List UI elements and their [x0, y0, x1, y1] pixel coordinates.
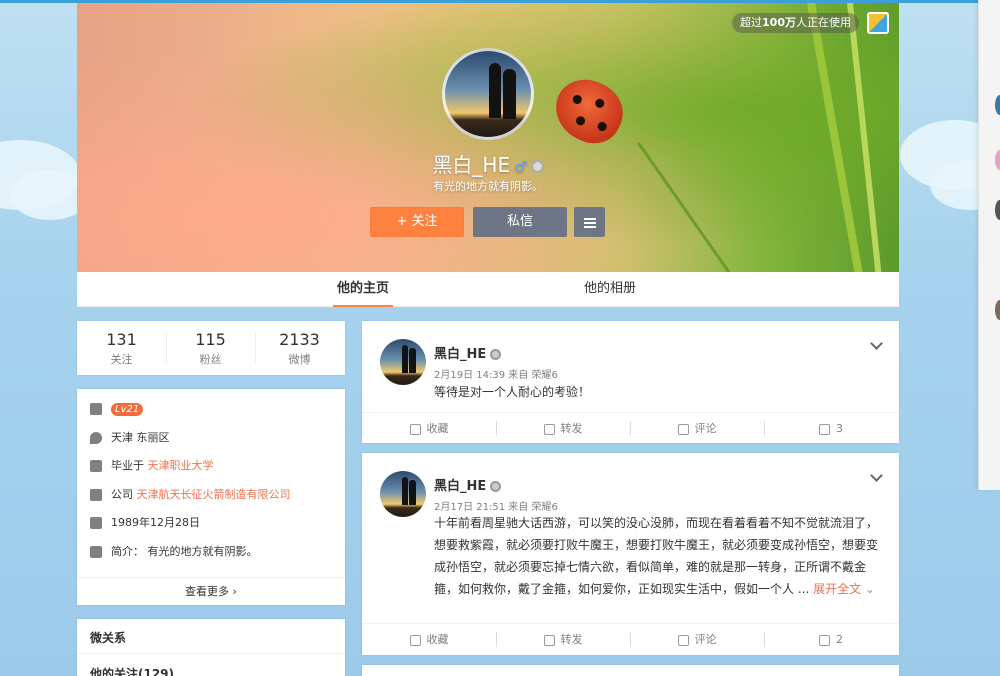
avatar-silhouette [402, 345, 408, 373]
stat-followers[interactable]: 115 粉丝 [166, 321, 255, 375]
users-count-badge: 超过100万人正在使用 [732, 13, 859, 33]
edit-icon [90, 546, 102, 558]
more-menu-button[interactable] [574, 207, 605, 237]
panel-avatar[interactable] [995, 200, 1000, 220]
post-action-bar: 收藏 转发 评论 2 [362, 623, 899, 654]
follow-button[interactable]: + 关注 [370, 207, 464, 237]
info-school: 毕业于 天津职业大学 [90, 455, 214, 477]
profile-cover: 超过100万人正在使用 黑白_HE ♂ 有光的地方就有阴影。 + 关注 私信 [77, 3, 899, 272]
comment-button[interactable]: 评论 [630, 624, 764, 655]
tab-home[interactable]: 他的主页 [333, 272, 393, 307]
school-link[interactable]: 天津职业大学 [148, 459, 214, 472]
member-badge-icon[interactable] [490, 349, 502, 360]
star-icon [409, 634, 421, 646]
post-author[interactable]: 黑白_HE [434, 343, 502, 362]
profile-info-card: Lv21 天津 东丽区 毕业于 天津职业大学 公司 天津航天长征火箭制造有限公司… [77, 389, 345, 605]
post-avatar[interactable] [380, 339, 426, 385]
male-gender-icon: ♂ [514, 158, 528, 176]
side-chat-panel[interactable] [978, 0, 1000, 490]
panel-avatar[interactable] [995, 95, 1000, 115]
repost-button[interactable]: 转发 [496, 624, 630, 655]
info-location: 天津 东丽区 [90, 427, 170, 449]
profile-avatar[interactable] [442, 48, 534, 140]
menu-icon [574, 207, 605, 228]
stat-following[interactable]: 131 关注 [77, 321, 166, 375]
post-text: 等待是对一个人耐心的考验！ [434, 385, 591, 399]
chevron-down-icon[interactable] [870, 469, 883, 482]
avatar-silhouette [503, 69, 516, 119]
like-button[interactable]: 2 [764, 624, 898, 655]
avatar-silhouette [409, 348, 416, 373]
avatar-silhouette [489, 63, 501, 118]
company-link[interactable]: 天津航天长征火箭制造有限公司 [137, 488, 291, 501]
info-bio: 简介： 有光的地方就有阴影。 [90, 541, 258, 563]
post-meta[interactable]: 2月17日 21:51 来自 荣耀6 [434, 498, 558, 513]
like-button[interactable]: 3 [764, 413, 898, 444]
avatar-silhouette [402, 477, 408, 505]
info-level: Lv21 [90, 398, 144, 420]
repost-icon [543, 634, 555, 646]
tab-album[interactable]: 他的相册 [580, 272, 640, 307]
avatar-silhouette [409, 480, 416, 505]
thumbs-up-icon [819, 423, 830, 435]
profile-stats: 131 关注 115 粉丝 2133 微博 [77, 321, 345, 375]
app-logo-icon[interactable] [867, 12, 889, 34]
panel-avatar[interactable] [995, 150, 1000, 170]
profile-tagline: 有光的地方就有阴影。 [433, 180, 543, 193]
relation-card: 微关系 他的关注(129) [77, 619, 345, 676]
post-meta[interactable]: 2月19日 14:39 来自 荣耀6 [434, 366, 558, 381]
graduation-cap-icon [90, 460, 102, 472]
comment-button[interactable]: 评论 [630, 413, 764, 444]
username-text: 黑白_HE [432, 153, 511, 177]
briefcase-icon [90, 489, 102, 501]
following-link[interactable]: 他的关注(129) [90, 665, 174, 676]
post-author[interactable]: 黑白_HE [434, 475, 502, 494]
feed-post: 黑白_HE 2月17日 21:51 来自 荣耀6 十年前看周星驰大话西游，可以笑… [362, 453, 899, 655]
profile-tabs: 他的主页 他的相册 [77, 272, 899, 307]
relation-title: 微关系 [90, 631, 127, 645]
see-more-link[interactable]: 查看更多 › [77, 577, 345, 605]
member-badge-icon[interactable] [490, 481, 502, 492]
repost-icon [543, 423, 555, 435]
location-pin-icon [90, 432, 102, 444]
post-text: 十年前看周星驰大话西游，可以笑的没心没肺，而现在看着看着不知不觉就流泪了，想要救… [434, 516, 879, 596]
member-badge-icon[interactable] [530, 160, 544, 173]
comment-icon [677, 634, 689, 646]
feed-post [362, 665, 899, 676]
info-company: 公司 天津航天长征火箭制造有限公司 [90, 484, 291, 506]
post-action-bar: 收藏 转发 评论 3 [362, 412, 899, 443]
feed-post: 黑白_HE 2月19日 14:39 来自 荣耀6 等待是对一个人耐心的考验！ 收… [362, 321, 899, 443]
cake-icon [90, 517, 102, 529]
thumbs-up-icon [819, 634, 830, 646]
repost-button[interactable]: 转发 [496, 413, 630, 444]
level-badge[interactable]: Lv21 [111, 403, 144, 416]
ladybug-decoration [545, 69, 633, 153]
info-birthday: 1989年12月28日 [90, 512, 200, 534]
profile-username: 黑白_HE ♂ [77, 149, 899, 178]
star-icon [409, 423, 421, 435]
divider [77, 653, 345, 654]
bookmark-icon [90, 403, 102, 415]
panel-avatar[interactable] [995, 300, 1000, 320]
expand-full-text-link[interactable]: 展开全文 ⌄ [813, 582, 875, 596]
stat-posts[interactable]: 2133 微博 [255, 321, 344, 375]
message-button[interactable]: 私信 [473, 207, 567, 237]
comment-icon [677, 423, 689, 435]
chevron-down-icon[interactable] [870, 337, 883, 350]
favorite-button[interactable]: 收藏 [362, 413, 496, 444]
post-avatar[interactable] [380, 471, 426, 517]
favorite-button[interactable]: 收藏 [362, 624, 496, 655]
